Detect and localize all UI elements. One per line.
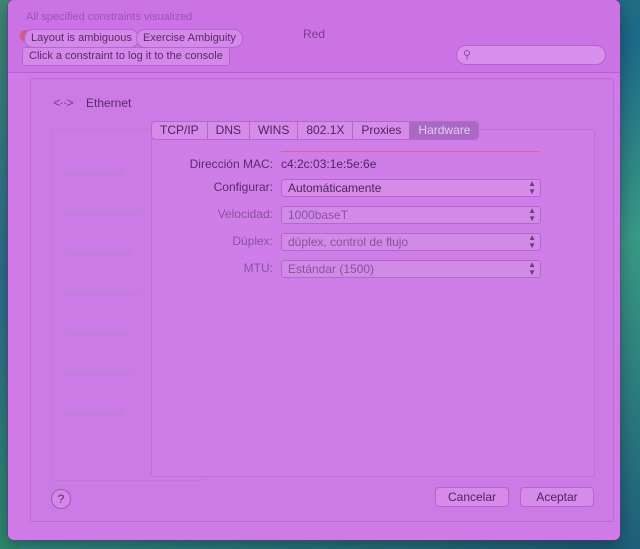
constraints-note: All specified constraints visualized (26, 11, 193, 23)
speed-select[interactable]: 1000baseT ▲ ▼ (281, 206, 541, 224)
configure-label: Configurar: (213, 180, 273, 194)
search-icon: ⚲ (463, 49, 472, 61)
tab-bar: TCP/IP DNS WINS 802.1X Proxies Hardware (151, 121, 480, 140)
mtu-select[interactable]: Estándar (1500) ▲ ▼ (281, 260, 541, 278)
service-name: Ethernet (86, 96, 132, 110)
cancel-button[interactable]: Cancelar (435, 487, 509, 507)
accept-button[interactable]: Aceptar (520, 487, 594, 507)
speed-value: 1000baseT (288, 208, 349, 222)
tab-wins[interactable]: WINS (250, 122, 299, 139)
configure-select[interactable]: Automáticamente ▲ ▼ (281, 179, 541, 197)
duplex-label: Dúplex: (232, 234, 273, 248)
content-pane: <··> Ethernet TCP/IP DNS WINS 802.1X Pro… (30, 78, 614, 522)
tab-8021x[interactable]: 802.1X (298, 122, 354, 139)
exercise-ambiguity-button[interactable]: Exercise Ambiguity (136, 29, 243, 48)
updown-icon: ▲ ▼ (528, 206, 536, 223)
mac-label: Dirección MAC: (189, 157, 273, 171)
tab-tcpip[interactable]: TCP/IP (152, 122, 208, 139)
tab-proxies[interactable]: Proxies (353, 122, 411, 139)
mtu-label: MTU: (243, 261, 273, 275)
updown-icon: ▲ ▼ (528, 179, 536, 196)
mac-value: c4:2c:03:1e:5e:6e (281, 157, 377, 171)
constraint-hint: Click a constraint to log it to the cons… (22, 47, 230, 66)
tab-dns[interactable]: DNS (208, 122, 251, 139)
layout-status-badge: Layout is ambiguous (24, 29, 139, 48)
updown-icon: ▲ ▼ (528, 233, 536, 250)
ethernet-icon: <··> (53, 95, 74, 110)
help-button[interactable]: ? (51, 489, 71, 509)
mtu-value: Estándar (1500) (288, 262, 375, 276)
updown-icon: ▲ ▼ (528, 260, 536, 277)
duplex-value: dúplex, control de flujo (288, 235, 409, 249)
network-window: Red ⚲ <··> Ethernet TCP/IP DNS WINS 802.… (8, 0, 620, 540)
configure-value: Automáticamente (288, 181, 382, 195)
speed-label: Velocidad: (217, 207, 273, 221)
search-input[interactable]: ⚲ (456, 45, 606, 65)
constraint-line[interactable] (281, 151, 539, 152)
tab-hardware[interactable]: Hardware (410, 122, 479, 139)
duplex-select[interactable]: dúplex, control de flujo ▲ ▼ (281, 233, 541, 251)
